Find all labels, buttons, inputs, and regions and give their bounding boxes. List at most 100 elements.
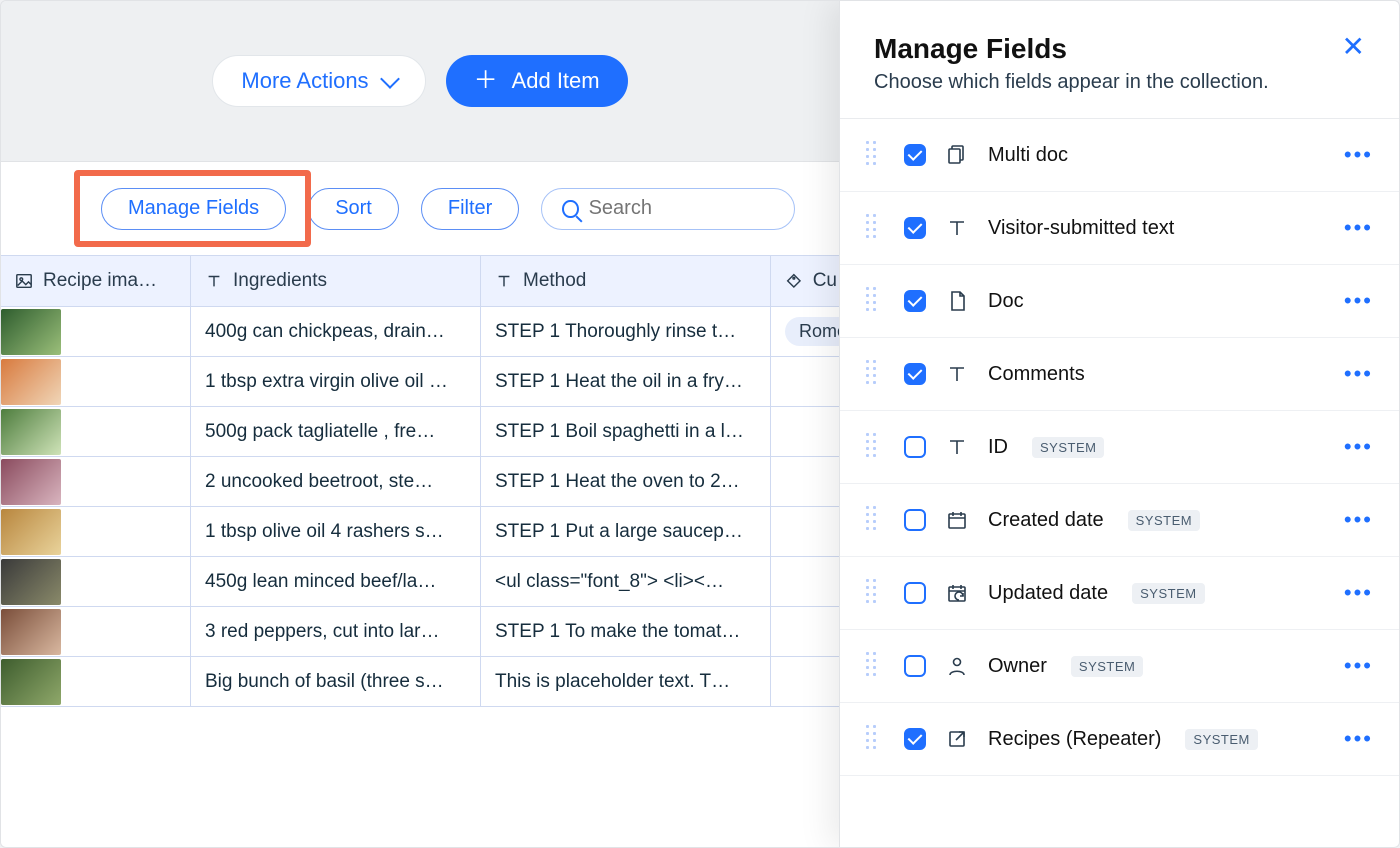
drag-handle-icon[interactable]	[866, 652, 884, 680]
cell-recipe-image	[1, 307, 191, 356]
field-checkbox[interactable]	[904, 582, 926, 604]
text-icon	[205, 272, 223, 290]
col-method[interactable]: Method	[481, 256, 771, 306]
recipe-thumbnail	[1, 559, 61, 605]
table-row[interactable]: 450g lean minced beef/la…<ul class="font…	[1, 557, 839, 607]
cell-ingredients: 1 tbsp extra virgin olive oil …	[191, 357, 481, 406]
top-action-bar: More Actions ＋ Add Item	[1, 1, 839, 161]
field-more-icon[interactable]: •••	[1344, 653, 1373, 679]
search-input[interactable]	[589, 197, 775, 220]
field-more-icon[interactable]: •••	[1344, 434, 1373, 460]
field-row: Multi doc•••	[840, 119, 1399, 192]
add-item-button[interactable]: ＋ Add Item	[446, 55, 628, 107]
table-header-row: Recipe ima… Ingredients Method Cu…	[1, 255, 839, 307]
col-ingredients-label: Ingredients	[233, 270, 327, 292]
search-icon	[562, 200, 578, 218]
cell-recipe-image	[1, 657, 191, 706]
add-item-label: Add Item	[512, 68, 600, 94]
sort-button[interactable]: Sort	[308, 188, 399, 230]
field-checkbox[interactable]	[904, 655, 926, 677]
data-table: Recipe ima… Ingredients Method Cu… 400g …	[1, 255, 839, 847]
field-row: Doc •••	[840, 265, 1399, 338]
close-icon[interactable]: ✕	[1342, 33, 1365, 61]
field-checkbox[interactable]	[904, 290, 926, 312]
field-more-icon[interactable]: •••	[1344, 726, 1373, 752]
recipe-thumbnail	[1, 309, 61, 355]
drag-handle-icon[interactable]	[866, 433, 884, 461]
field-row: Recipes (Repeater) SYSTEM •••	[840, 703, 1399, 776]
cell-method: STEP 1 Heat the oven to 2…	[481, 457, 771, 506]
cell-recipe-image	[1, 507, 191, 556]
filter-row: Manage Fields Sort Filter	[1, 161, 839, 255]
cell-recipe-image	[1, 607, 191, 656]
table-row[interactable]: 2 uncooked beetroot, ste…STEP 1 Heat the…	[1, 457, 839, 507]
cell-method: STEP 1 Put a large saucep…	[481, 507, 771, 556]
field-more-icon[interactable]: •••	[1344, 507, 1373, 533]
field-label: Recipes (Repeater)	[988, 728, 1161, 751]
cell-recipe-image	[1, 357, 191, 406]
field-more-icon[interactable]: •••	[1344, 142, 1373, 168]
cell-method: STEP 1 Heat the oil in a fry…	[481, 357, 771, 406]
field-label: Doc	[988, 290, 1024, 313]
drag-handle-icon[interactable]	[866, 579, 884, 607]
more-actions-label: More Actions	[241, 68, 368, 94]
field-more-icon[interactable]: •••	[1344, 361, 1373, 387]
cell-recipe-image	[1, 457, 191, 506]
drag-handle-icon[interactable]	[866, 287, 884, 315]
field-row: Visitor-submitted text•••	[840, 192, 1399, 265]
drag-handle-icon[interactable]	[866, 214, 884, 242]
calendar-refresh-icon	[946, 582, 968, 604]
drag-handle-icon[interactable]	[866, 506, 884, 534]
image-icon	[15, 272, 33, 290]
more-actions-button[interactable]: More Actions	[212, 55, 425, 107]
table-row[interactable]: 1 tbsp olive oil 4 rashers s…STEP 1 Put …	[1, 507, 839, 557]
field-row: Created dateSYSTEM•••	[840, 484, 1399, 557]
recipe-thumbnail	[1, 409, 61, 455]
field-row: ID SYSTEM •••	[840, 411, 1399, 484]
table-row[interactable]: 500g pack tagliatelle , fre…STEP 1 Boil …	[1, 407, 839, 457]
field-checkbox[interactable]	[904, 509, 926, 531]
table-row[interactable]: 400g can chickpeas, drain…STEP 1 Thoroug…	[1, 307, 839, 357]
field-checkbox[interactable]	[904, 436, 926, 458]
system-badge: SYSTEM	[1071, 656, 1143, 677]
panel-header: Manage Fields Choose which fields appear…	[840, 1, 1399, 118]
plus-icon: ＋	[474, 69, 498, 93]
field-checkbox[interactable]	[904, 144, 926, 166]
cell-ingredients: 450g lean minced beef/la…	[191, 557, 481, 606]
field-checkbox[interactable]	[904, 363, 926, 385]
search-field[interactable]	[541, 188, 795, 230]
col-ingredients[interactable]: Ingredients	[191, 256, 481, 306]
cell-ingredients: 400g can chickpeas, drain…	[191, 307, 481, 356]
field-label: ID	[988, 436, 1008, 459]
calendar-icon	[946, 509, 968, 531]
col-recipe-image[interactable]: Recipe ima…	[1, 256, 191, 306]
field-more-icon[interactable]: •••	[1344, 580, 1373, 606]
person-icon	[946, 655, 968, 677]
system-badge: SYSTEM	[1185, 729, 1257, 750]
field-more-icon[interactable]: •••	[1344, 215, 1373, 241]
drag-handle-icon[interactable]	[866, 360, 884, 388]
recipe-thumbnail	[1, 659, 61, 705]
field-row: Comments•••	[840, 338, 1399, 411]
field-more-icon[interactable]: •••	[1344, 288, 1373, 314]
field-row: Updated dateSYSTEM•••	[840, 557, 1399, 630]
multidoc-icon	[946, 144, 968, 166]
system-badge: SYSTEM	[1032, 437, 1104, 458]
field-checkbox[interactable]	[904, 217, 926, 239]
drag-handle-icon[interactable]	[866, 725, 884, 753]
panel-subtitle: Choose which fields appear in the collec…	[874, 71, 1269, 94]
drag-handle-icon[interactable]	[866, 141, 884, 169]
table-row[interactable]: Big bunch of basil (three s…This is plac…	[1, 657, 839, 707]
cell-ingredients: 500g pack tagliatelle , fre…	[191, 407, 481, 456]
table-row[interactable]: 1 tbsp extra virgin olive oil …STEP 1 He…	[1, 357, 839, 407]
col-method-label: Method	[523, 270, 586, 292]
recipe-thumbnail	[1, 359, 61, 405]
field-label: Updated date	[988, 582, 1108, 605]
cell-ingredients: 1 tbsp olive oil 4 rashers s…	[191, 507, 481, 556]
field-checkbox[interactable]	[904, 728, 926, 750]
table-row[interactable]: 3 red peppers, cut into lar…STEP 1 To ma…	[1, 607, 839, 657]
manage-fields-button[interactable]: Manage Fields	[101, 188, 286, 230]
cell-method: STEP 1 Boil spaghetti in a l…	[481, 407, 771, 456]
filter-button[interactable]: Filter	[421, 188, 519, 230]
panel-title: Manage Fields	[874, 33, 1269, 65]
